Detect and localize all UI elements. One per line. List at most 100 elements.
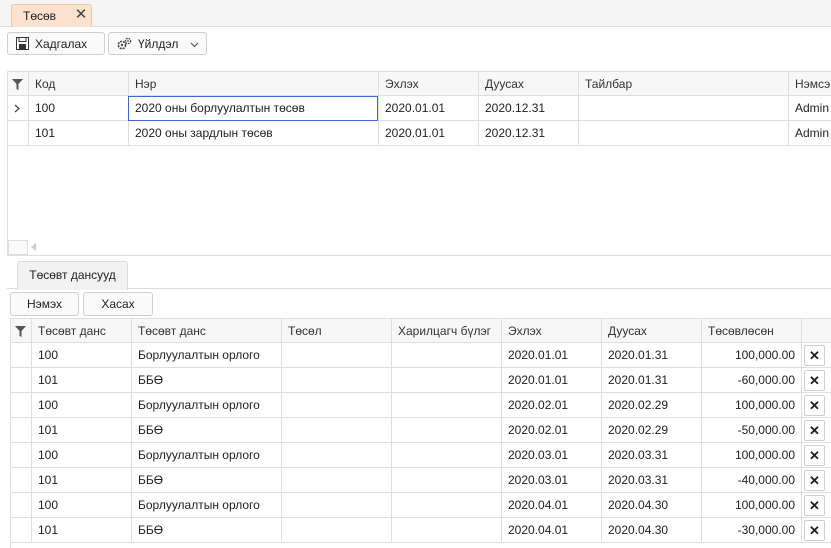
scroll-left-icon[interactable] [31, 243, 36, 251]
cell-account-code[interactable]: 101 [31, 368, 131, 393]
cell-budgeted[interactable]: -60,000.00 [701, 368, 801, 393]
cell-account-name[interactable]: ББӨ [131, 418, 281, 443]
cell-partner-group[interactable] [391, 518, 501, 543]
cell-account-name[interactable]: Борлуулалтын орлого [131, 443, 281, 468]
cell-partner-group[interactable] [391, 493, 501, 518]
close-icon[interactable]: ✕ [804, 445, 825, 466]
cell-added-by[interactable]: Admin [788, 121, 831, 146]
table-row[interactable]: 100 2020 оны борлуулалтын төсөв 2020.01.… [8, 96, 831, 121]
cell-account-code[interactable]: 100 [31, 393, 131, 418]
column-header-budgeted[interactable]: Төсөвлөсөн [701, 319, 801, 344]
cell-project[interactable] [281, 368, 391, 393]
cell-budgeted[interactable]: 100,000.00 [701, 343, 801, 368]
cell-budgeted[interactable]: -50,000.00 [701, 418, 801, 443]
horizontal-scrollbar[interactable] [8, 240, 28, 255]
cell-partner-group[interactable] [391, 468, 501, 493]
cell-end[interactable]: 2020.03.31 [601, 443, 701, 468]
table-row[interactable]: 101 2020 оны зардлын төсөв 2020.01.01 20… [8, 121, 831, 146]
cell-end[interactable]: 2020.12.31 [478, 96, 578, 121]
cell-end[interactable]: 2020.02.29 [601, 393, 701, 418]
column-header-account-name[interactable]: Төсөвт данс [131, 319, 281, 344]
cell-end[interactable]: 2020.04.30 [601, 518, 701, 543]
close-icon[interactable]: ✕ [804, 520, 825, 541]
cell-description[interactable] [578, 121, 788, 146]
table-row[interactable]: 100 Борлуулалтын орлого 2020.02.01 2020.02.… [11, 393, 831, 418]
cell-account-code[interactable]: 101 [31, 518, 131, 543]
table-row[interactable]: 100 Борлуулалтын орлого 2020.03.01 2020.03.… [11, 443, 831, 468]
cell-account-name[interactable]: Борлуулалтын орлого [131, 393, 281, 418]
cell-project[interactable] [281, 518, 391, 543]
action-menu-button[interactable]: Үйлдэл [108, 32, 207, 55]
cell-partner-group[interactable] [391, 368, 501, 393]
cell-end[interactable]: 2020.04.30 [601, 493, 701, 518]
cell-end[interactable]: 2020.01.31 [601, 343, 701, 368]
column-header-added-by[interactable]: Нэмсэн [788, 72, 831, 97]
cell-account-code[interactable]: 101 [31, 418, 131, 443]
close-icon[interactable]: ✕ [804, 345, 825, 366]
save-button[interactable]: Хадгалах [7, 32, 105, 55]
cell-start[interactable]: 2020.02.01 [501, 418, 601, 443]
cell-budgeted[interactable]: 100,000.00 [701, 393, 801, 418]
cell-end[interactable]: 2020.03.31 [601, 468, 701, 493]
cell-account-name[interactable]: ББӨ [131, 468, 281, 493]
cell-partner-group[interactable] [391, 393, 501, 418]
cell-budgeted[interactable]: 100,000.00 [701, 443, 801, 468]
cell-partner-group[interactable] [391, 443, 501, 468]
close-icon[interactable]: ✕ [804, 395, 825, 416]
table-row[interactable]: 101 ББӨ 2020.04.01 2020.04.30 -30,000.00 ✕ [11, 518, 831, 543]
column-header-description[interactable]: Тайлбар [578, 72, 788, 97]
column-header-partner-group[interactable]: Харилцагч бүлэг [391, 319, 501, 344]
cell-code[interactable]: 100 [28, 96, 128, 121]
column-header-account-code[interactable]: Төсөвт данс [31, 319, 131, 344]
cell-start[interactable]: 2020.01.01 [501, 368, 601, 393]
cell-start[interactable]: 2020.01.01 [378, 121, 478, 146]
cell-name[interactable]: 2020 оны борлуулалтын төсөв [128, 96, 378, 121]
cell-description[interactable] [578, 96, 788, 121]
cell-project[interactable] [281, 493, 391, 518]
cell-added-by[interactable]: Admin [788, 96, 831, 121]
cell-partner-group[interactable] [391, 418, 501, 443]
cell-end[interactable]: 2020.02.29 [601, 418, 701, 443]
cell-end[interactable]: 2020.12.31 [478, 121, 578, 146]
cell-budgeted[interactable]: -30,000.00 [701, 518, 801, 543]
cell-project[interactable] [281, 443, 391, 468]
column-header-end[interactable]: Дуусах [478, 72, 578, 97]
cell-project[interactable] [281, 418, 391, 443]
column-header-name[interactable]: Нэр [128, 72, 378, 97]
cell-budgeted[interactable]: -40,000.00 [701, 468, 801, 493]
table-row[interactable]: 100 Борлуулалтын орлого 2020.04.01 2020.04.… [11, 493, 831, 518]
table-row[interactable]: 101 ББӨ 2020.02.01 2020.02.29 -50,000.00 ✕ [11, 418, 831, 443]
close-icon[interactable]: ✕ [73, 6, 89, 24]
cell-project[interactable] [281, 468, 391, 493]
cell-project[interactable] [281, 343, 391, 368]
cell-start[interactable]: 2020.03.01 [501, 443, 601, 468]
cell-account-name[interactable]: ББӨ [131, 368, 281, 393]
close-icon[interactable]: ✕ [804, 470, 825, 491]
filter-icon[interactable] [8, 72, 28, 97]
close-icon[interactable]: ✕ [804, 370, 825, 391]
table-row[interactable]: 100 Борлуулалтын орлого 2020.01.01 2020.01.… [11, 343, 831, 368]
cell-start[interactable]: 2020.01.01 [378, 96, 478, 121]
cell-name[interactable]: 2020 оны зардлын төсөв [128, 121, 378, 146]
table-row[interactable]: 101 ББӨ 2020.03.01 2020.03.31 -40,000.00 ✕ [11, 468, 831, 493]
cell-account-name[interactable]: Борлуулалтын орлого [131, 493, 281, 518]
cell-end[interactable]: 2020.01.31 [601, 368, 701, 393]
cell-start[interactable]: 2020.01.01 [501, 343, 601, 368]
cell-account-code[interactable]: 100 [31, 343, 131, 368]
cell-account-name[interactable]: Борлуулалтын орлого [131, 343, 281, 368]
cell-code[interactable]: 101 [28, 121, 128, 146]
cell-start[interactable]: 2020.02.01 [501, 393, 601, 418]
cell-partner-group[interactable] [391, 343, 501, 368]
cell-budgeted[interactable]: 100,000.00 [701, 493, 801, 518]
cell-account-code[interactable]: 100 [31, 443, 131, 468]
cell-start[interactable]: 2020.04.01 [501, 518, 601, 543]
cell-start[interactable]: 2020.03.01 [501, 468, 601, 493]
column-header-start[interactable]: Эхлэх [378, 72, 478, 97]
column-header-project[interactable]: Төсөл [281, 319, 391, 344]
close-icon[interactable]: ✕ [804, 495, 825, 516]
column-header-code[interactable]: Код [28, 72, 128, 97]
tab-budget[interactable]: Төсөв ✕ [11, 4, 92, 27]
cell-account-code[interactable]: 101 [31, 468, 131, 493]
cell-account-name[interactable]: ББӨ [131, 518, 281, 543]
delete-button[interactable]: Хасах [83, 292, 153, 316]
